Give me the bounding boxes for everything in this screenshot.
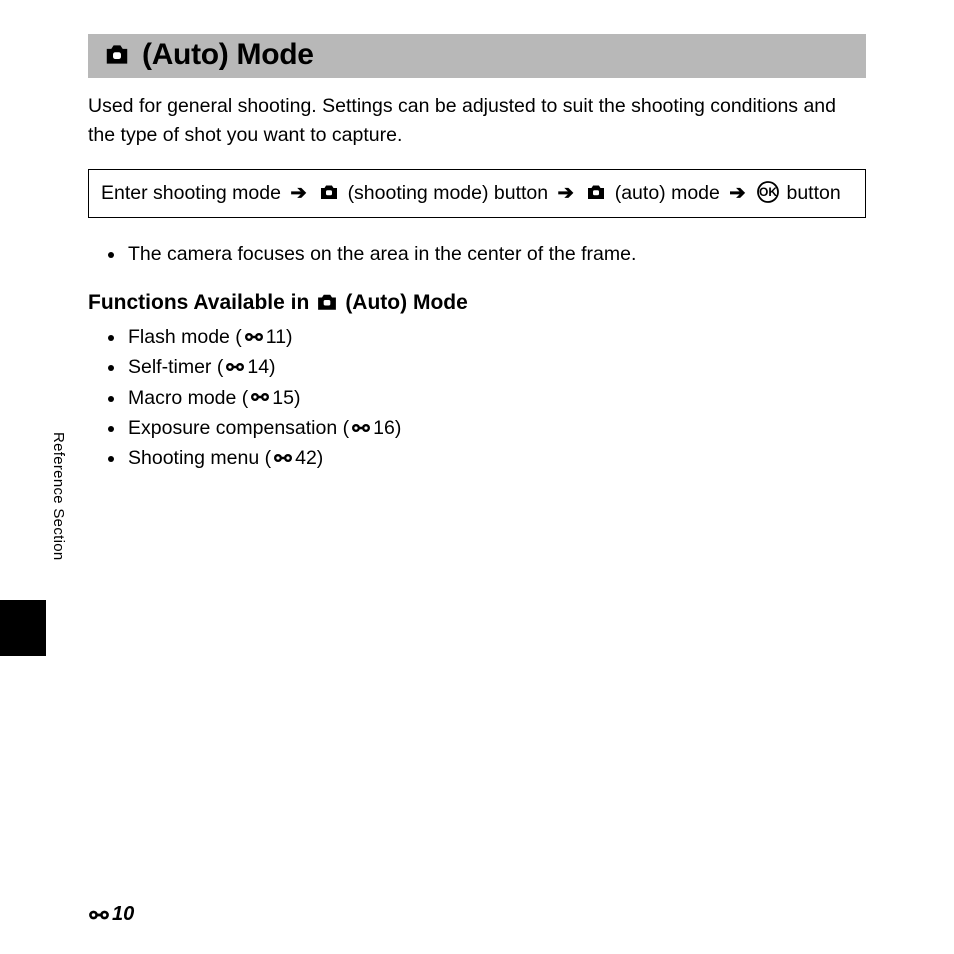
subsection-heading: Functions Available in (Auto) Mode	[88, 291, 866, 315]
subhead-text-pre: Functions Available in	[88, 291, 309, 315]
seq-step-3: (auto) mode	[615, 182, 720, 204]
list-item: Macro mode ( 15)	[126, 384, 866, 413]
seq-step-2: (shooting mode) button	[348, 182, 549, 204]
reference-icon	[88, 908, 110, 922]
arrow-icon: ➔	[290, 182, 306, 204]
reference-icon	[351, 422, 371, 434]
section-title-bar: (Auto) Mode	[88, 34, 866, 78]
side-section-label: Reference Section	[50, 432, 67, 561]
subhead-text-post: (Auto) Mode	[345, 291, 467, 315]
function-ref: 14)	[247, 356, 275, 378]
function-ref: 42)	[295, 447, 323, 469]
page-number: 10	[88, 903, 134, 926]
function-ref: 15)	[272, 387, 300, 409]
section-title: (Auto) Mode	[142, 38, 314, 72]
function-ref: 11)	[266, 326, 293, 348]
reference-icon	[250, 391, 270, 403]
page-number-value: 10	[112, 903, 134, 926]
list-item: Shooting menu ( 42)	[126, 444, 866, 473]
camera-icon	[318, 183, 340, 201]
seq-step-1: Enter shooting mode	[101, 182, 281, 204]
arrow-icon: ➔	[729, 182, 745, 204]
info-bullets: The camera focuses on the area in the ce…	[88, 240, 866, 269]
function-label: Self-timer (	[128, 356, 223, 378]
reference-icon	[273, 452, 293, 464]
function-label: Exposure compensation (	[128, 417, 349, 439]
ok-button-icon	[757, 181, 779, 203]
reference-icon	[244, 331, 264, 343]
seq-step-4: button	[786, 182, 840, 204]
function-label: Flash mode (	[128, 326, 242, 348]
list-item: Exposure compensation ( 16)	[126, 414, 866, 443]
list-item: Self-timer ( 14)	[126, 353, 866, 382]
function-label: Shooting menu (	[128, 447, 271, 469]
side-tab-marker	[0, 600, 46, 656]
function-ref: 16)	[373, 417, 401, 439]
navigation-sequence-box: Enter shooting mode ➔ (shooting mode) bu…	[88, 169, 866, 218]
reference-icon	[225, 361, 245, 373]
camera-icon	[585, 183, 607, 201]
page: (Auto) Mode Used for general shooting. S…	[0, 0, 954, 473]
info-bullet-item: The camera focuses on the area in the ce…	[126, 240, 866, 269]
camera-icon	[102, 42, 132, 72]
functions-list: Flash mode ( 11) Self-timer ( 14) Macro mo…	[88, 323, 866, 473]
list-item: Flash mode ( 11)	[126, 323, 866, 352]
arrow-icon: ➔	[558, 182, 574, 204]
function-label: Macro mode (	[128, 387, 248, 409]
camera-icon	[315, 292, 339, 312]
intro-paragraph: Used for general shooting. Settings can …	[88, 92, 866, 151]
